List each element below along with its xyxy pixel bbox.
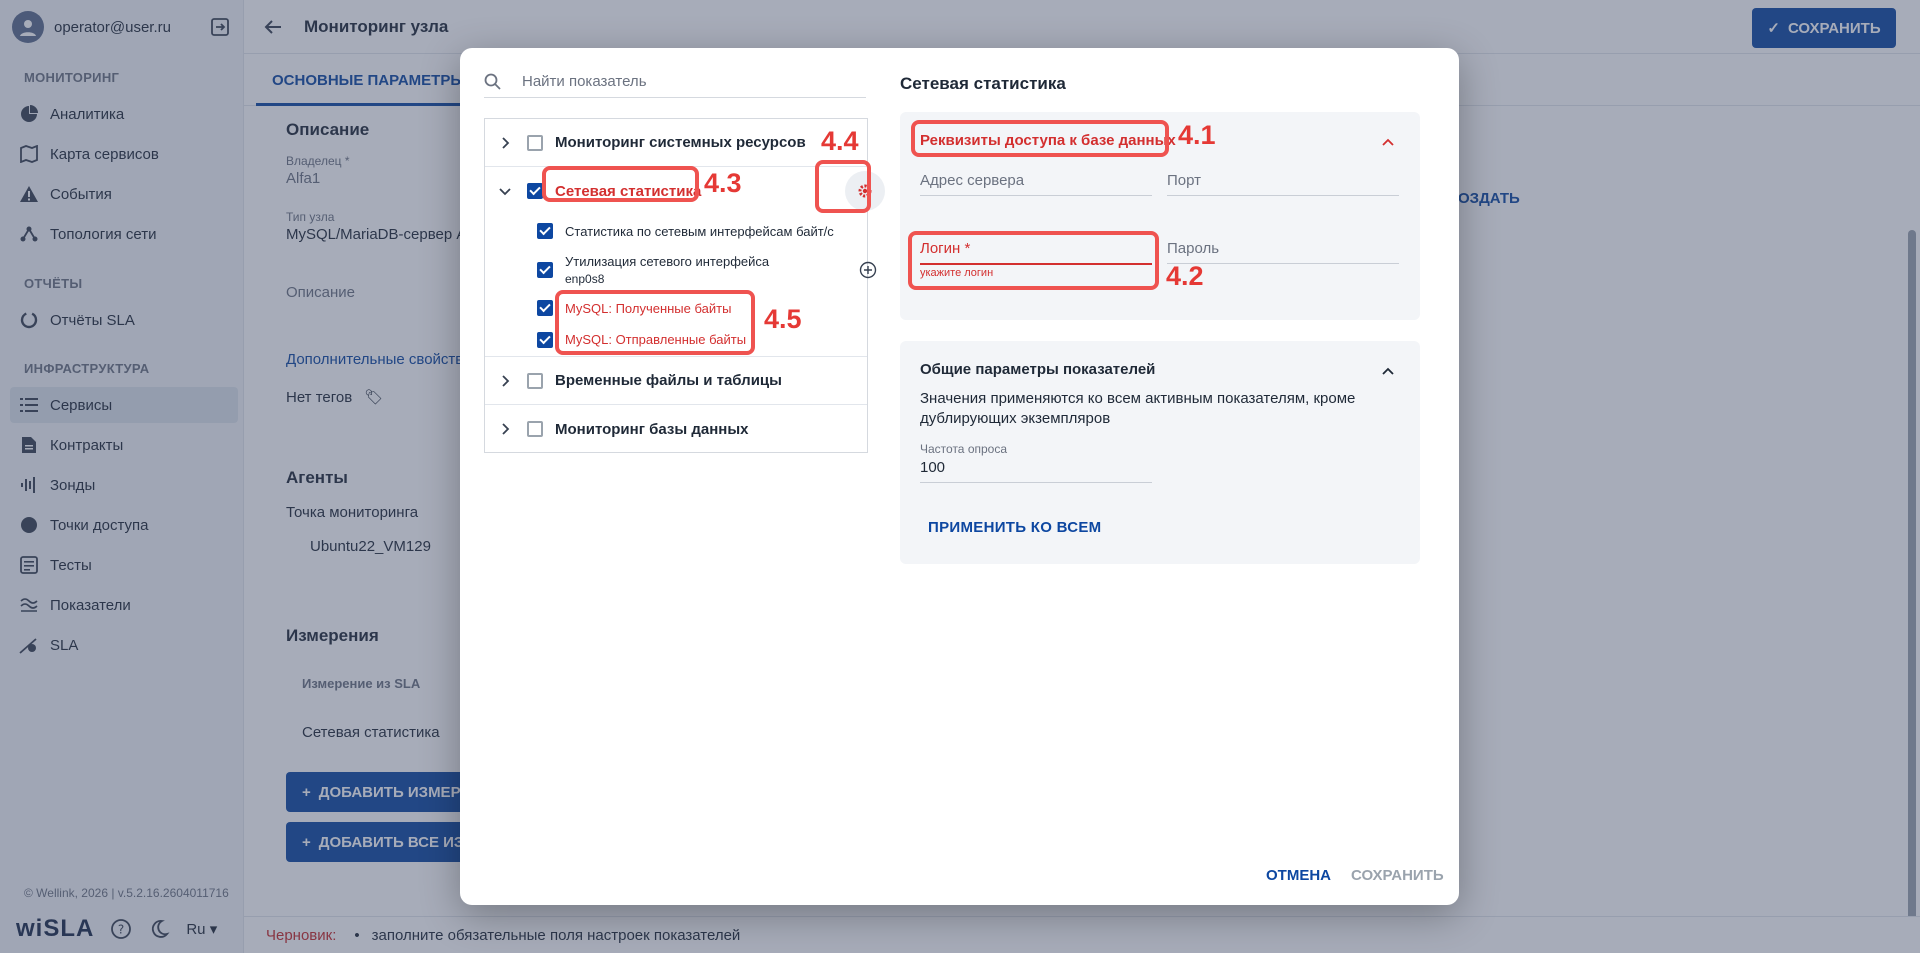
- annotation-4-4: 4.4: [821, 126, 859, 156]
- chevron-right-icon[interactable]: [497, 373, 513, 389]
- tree-item-title: Утилизация сетевого интерфейса: [565, 253, 770, 269]
- common-params-note: Значения применяются ко всем активным по…: [920, 390, 1356, 427]
- checkbox-checked[interactable]: [537, 300, 553, 316]
- cancel-button[interactable]: ОТМЕНА: [1266, 867, 1331, 884]
- common-params-title[interactable]: Общие параметры показателей: [920, 361, 1155, 378]
- dialog-save-button[interactable]: СОХРАНИТЬ: [1351, 867, 1444, 884]
- search-icon: [484, 73, 501, 90]
- poll-frequency-label: Частота опроса: [920, 442, 1008, 456]
- tree-item-label: Утилизация сетевого интерфейса enp0s8: [565, 253, 769, 288]
- tree-group-label: Мониторинг базы данных: [555, 420, 749, 438]
- chevron-up-icon[interactable]: [1380, 363, 1396, 379]
- poll-frequency-input[interactable]: 100: [920, 459, 1152, 483]
- chevron-up-icon[interactable]: [1380, 134, 1396, 150]
- tree-item-label: Статистика по сетевым интерфейсам байт/с: [565, 223, 834, 239]
- chevron-down-icon[interactable]: [497, 183, 513, 199]
- tree-item[interactable]: Статистика по сетевым интерфейсам байт/с: [485, 215, 867, 247]
- checkbox-checked[interactable]: [527, 183, 543, 199]
- settings-title: Сетевая статистика: [900, 74, 1066, 93]
- chevron-right-icon[interactable]: [497, 421, 513, 437]
- apply-to-all-button[interactable]: ПРИМЕНИТЬ КО ВСЕМ: [928, 519, 1101, 536]
- tree-group-db-monitoring[interactable]: Мониторинг базы данных: [485, 405, 867, 453]
- annotation-box-4-4: [815, 160, 871, 213]
- server-address-field[interactable]: Адрес сервера: [920, 172, 1152, 196]
- checkbox-checked[interactable]: [537, 331, 553, 348]
- annotation-box-4-5: [555, 290, 755, 355]
- annotation-4-2: 4.2: [1166, 261, 1204, 291]
- annotation-box-4-2: [908, 231, 1159, 290]
- tree-item[interactable]: Утилизация сетевого интерфейса enp0s8: [485, 247, 877, 293]
- search-row: [484, 66, 866, 98]
- annotation-4-3: 4.3: [704, 168, 742, 198]
- annotation-4-1: 4.1: [1178, 120, 1216, 150]
- search-input[interactable]: [522, 73, 852, 90]
- checkbox[interactable]: [527, 372, 543, 389]
- checkbox-checked[interactable]: [537, 223, 553, 239]
- checkbox[interactable]: [527, 421, 543, 437]
- chevron-right-icon[interactable]: [497, 135, 513, 151]
- add-instance-icon[interactable]: [859, 261, 877, 279]
- checkbox-checked[interactable]: [537, 262, 553, 278]
- tree-group-temp-files[interactable]: Временные файлы и таблицы: [485, 357, 867, 405]
- tree-group-label: Временные файлы и таблицы: [555, 372, 782, 389]
- checkbox[interactable]: [527, 134, 543, 151]
- annotation-4-5: 4.5: [764, 304, 802, 334]
- tree-group-label: Мониторинг системных ресурсов: [555, 134, 806, 151]
- tree-item-sub: enp0s8: [565, 271, 605, 286]
- annotation-box-4-3: [542, 166, 699, 202]
- annotation-box-4-1: [911, 120, 1169, 157]
- common-params-panel: Общие параметры показателей Значения при…: [900, 341, 1420, 564]
- port-field[interactable]: Порт: [1167, 172, 1399, 196]
- tree-group-system-resources[interactable]: Мониторинг системных ресурсов: [485, 119, 867, 167]
